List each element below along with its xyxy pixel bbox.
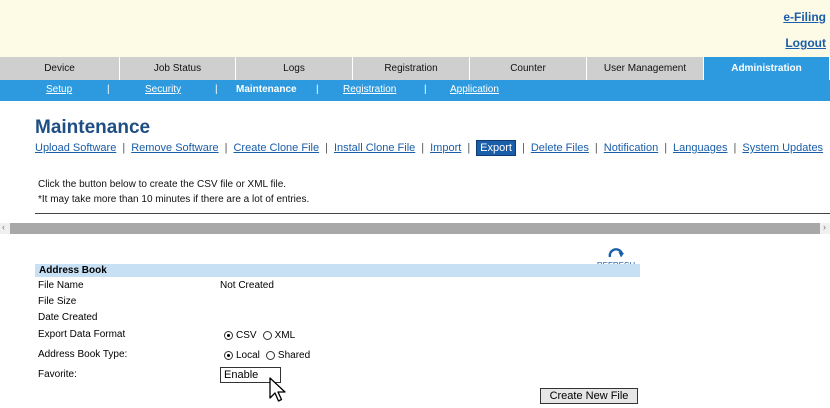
subnav: Setup | Security | Maintenance | Registr… <box>0 80 830 101</box>
export-format-label: Export Data Format <box>38 329 126 340</box>
scrollbar-thumb[interactable] <box>10 223 820 234</box>
menu-separator: | <box>325 142 328 154</box>
address-book-heading: Address Book <box>35 264 640 277</box>
info-text: Click the button below to create the CSV… <box>38 179 287 190</box>
menu-separator: | <box>224 142 228 154</box>
page-title: Maintenance <box>35 117 151 138</box>
menu-import[interactable]: Import <box>430 142 461 154</box>
menu-remove-software[interactable]: Remove Software <box>131 142 218 154</box>
date-created-label: Date Created <box>38 312 98 323</box>
maintenance-menu: Upload Software | Remove Software | Create C… <box>35 140 830 156</box>
csv-option-label: CSV <box>236 330 257 341</box>
tab-counter[interactable]: Counter <box>470 57 587 80</box>
favorite-label: Favorite: <box>38 369 77 380</box>
tab-logs[interactable]: Logs <box>236 57 353 80</box>
xml-option-label: XML <box>274 330 296 341</box>
local-radio[interactable] <box>224 351 233 360</box>
menu-create-clone-file[interactable]: Create Clone File <box>233 142 319 154</box>
subnav-separator: | <box>107 84 110 95</box>
tab-user-management[interactable]: User Management <box>587 57 704 80</box>
tab-device[interactable]: Device <box>0 57 120 80</box>
subnav-separator: | <box>215 84 218 95</box>
file-name-label: File Name <box>38 280 84 291</box>
xml-radio[interactable] <box>262 331 272 340</box>
logout-link[interactable]: Logout <box>785 36 826 50</box>
menu-separator: | <box>467 142 471 154</box>
subnav-setup[interactable]: Setup <box>46 84 72 95</box>
scroll-right-icon[interactable]: › <box>823 222 826 232</box>
menu-separator: | <box>594 142 598 154</box>
info-note: *It may take more than 10 minutes if the… <box>38 194 310 205</box>
menu-separator: | <box>122 142 126 154</box>
shared-option-label: Shared <box>277 350 311 361</box>
menu-delete-files[interactable]: Delete Files <box>531 142 589 154</box>
menu-separator: | <box>421 142 425 154</box>
menu-system-updates[interactable]: System Updates <box>742 142 823 154</box>
efiling-link[interactable]: e-Filing <box>783 10 826 24</box>
main-tabs: Device Job Status Logs Registration Coun… <box>0 57 830 80</box>
menu-notification[interactable]: Notification <box>604 142 658 154</box>
csv-radio[interactable] <box>224 331 233 340</box>
menu-languages[interactable]: Languages <box>673 142 727 154</box>
subnav-separator: | <box>424 84 427 95</box>
file-name-value: Not Created <box>220 280 274 291</box>
refresh-icon <box>608 248 624 258</box>
create-new-file-button[interactable]: Create New File <box>540 388 638 404</box>
address-book-type-radio-group: Local Shared <box>224 350 316 361</box>
local-option-label: Local <box>236 350 260 361</box>
menu-export[interactable]: Export <box>476 140 516 156</box>
tab-registration[interactable]: Registration <box>353 57 470 80</box>
menu-separator: | <box>521 142 525 154</box>
tab-administration[interactable]: Administration <box>704 57 830 80</box>
subnav-application[interactable]: Application <box>450 84 499 95</box>
export-format-radio-group: CSV XML <box>224 330 301 341</box>
menu-install-clone-file[interactable]: Install Clone File <box>334 142 415 154</box>
menu-upload-software[interactable]: Upload Software <box>35 142 116 154</box>
divider <box>35 213 830 214</box>
subnav-registration[interactable]: Registration <box>343 84 396 95</box>
mouse-pointer-icon <box>268 377 288 408</box>
menu-separator: | <box>664 142 668 154</box>
address-book-type-label: Address Book Type: <box>38 349 128 360</box>
scroll-left-icon[interactable]: ‹ <box>2 222 5 232</box>
tab-job-status[interactable]: Job Status <box>120 57 236 80</box>
subnav-maintenance[interactable]: Maintenance <box>236 84 297 95</box>
shared-radio[interactable] <box>265 351 275 360</box>
subnav-separator: | <box>316 84 319 95</box>
header-band <box>0 0 830 57</box>
menu-separator: | <box>733 142 737 154</box>
subnav-security[interactable]: Security <box>145 84 181 95</box>
file-size-label: File Size <box>38 296 77 307</box>
